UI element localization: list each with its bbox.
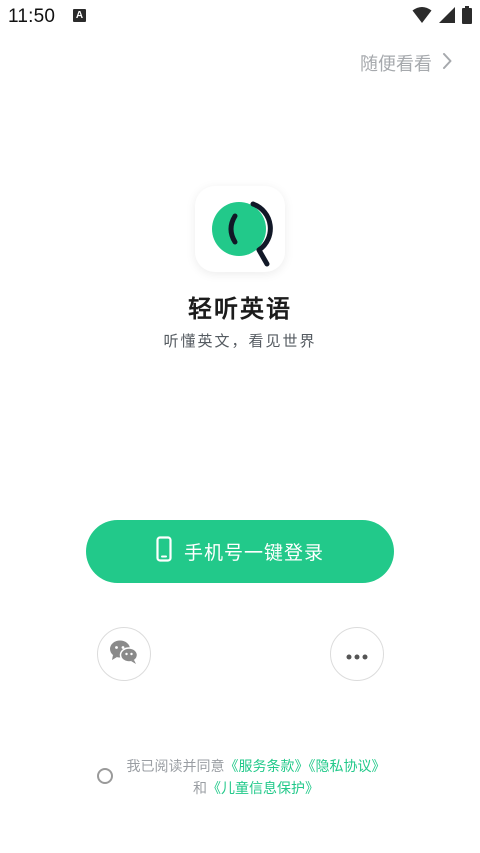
wechat-icon — [109, 639, 139, 669]
app-name: 轻听英语 — [188, 295, 292, 323]
app-slogan: 听懂英文，看见世界 — [163, 332, 317, 350]
status-icons — [412, 6, 472, 28]
chevron-right-icon — [442, 52, 452, 74]
agreement-text: 我已阅读并同意《服务条款》《隐私协议》和《儿童信息保护》 — [125, 756, 387, 800]
battery-icon — [462, 6, 472, 28]
phone-login-button[interactable]: 手机号一键登录 — [86, 520, 394, 583]
more-icon — [346, 645, 368, 664]
wifi-icon — [412, 6, 432, 28]
browse-label: 随便看看 — [360, 54, 432, 75]
notification-icon: A — [73, 9, 86, 22]
child-privacy-link[interactable]: 《儿童信息保护》 — [207, 781, 319, 797]
privacy-link[interactable]: 《隐私协议》 — [309, 759, 386, 775]
signal-icon — [438, 6, 456, 28]
status-bar: 11:50 A — [0, 0, 480, 34]
browse-link[interactable]: 随便看看 — [360, 50, 452, 76]
phone-login-label: 手机号一键登录 — [183, 542, 324, 564]
status-time: 11:50 — [8, 6, 56, 27]
service-terms-link[interactable]: 《服务条款》 — [225, 759, 309, 775]
phone-icon — [156, 536, 172, 567]
agreement-and: 和 — [193, 781, 207, 797]
wechat-login-button[interactable] — [97, 627, 151, 681]
app-logo — [195, 186, 285, 272]
more-options-button[interactable] — [330, 627, 384, 681]
agree-radio[interactable] — [97, 768, 113, 784]
agreement-prefix: 我已阅读并同意 — [126, 759, 225, 775]
